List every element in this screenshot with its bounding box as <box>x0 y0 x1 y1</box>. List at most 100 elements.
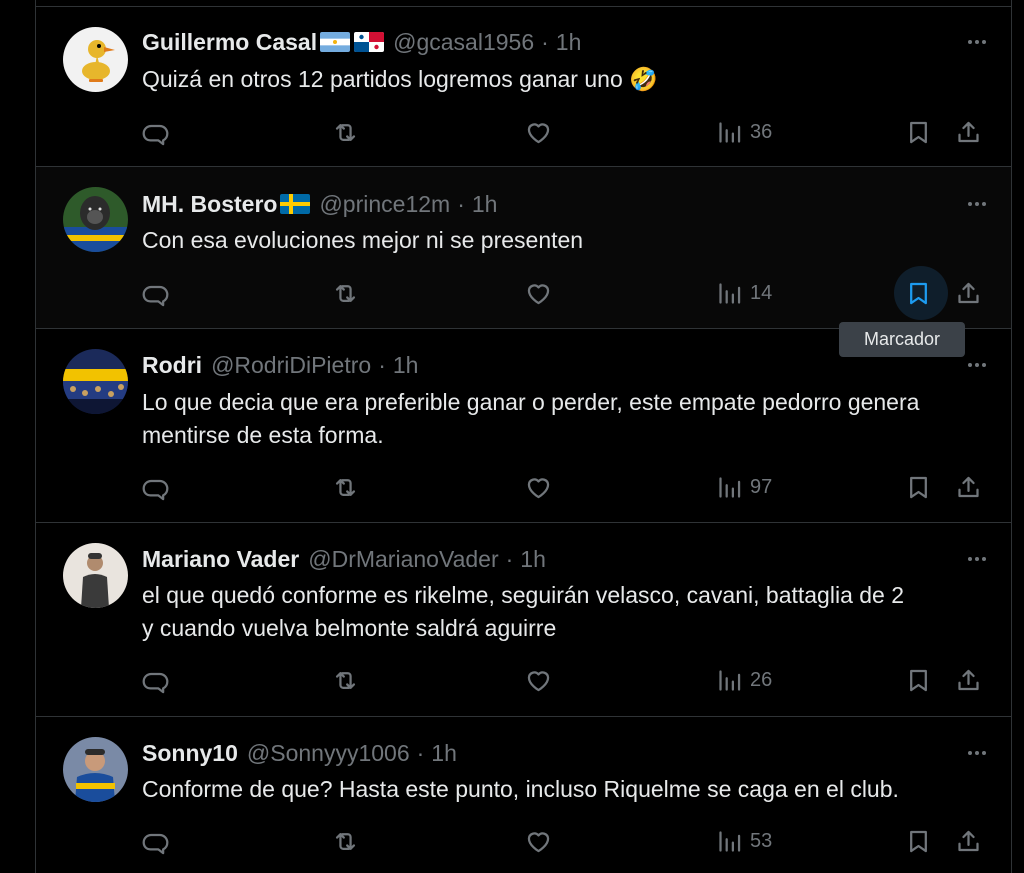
share-icon <box>958 830 979 851</box>
reply-button[interactable] <box>142 273 169 313</box>
reply-icon <box>142 285 169 306</box>
analytics-icon <box>719 476 741 498</box>
share-button[interactable] <box>955 467 982 507</box>
retweet-icon <box>335 671 356 689</box>
views-count: 36 <box>750 120 773 143</box>
tweet-text: Conforme de que? Hasta este punto, inclu… <box>142 776 899 802</box>
bookmark-button[interactable] <box>905 821 932 861</box>
share-button[interactable] <box>955 273 982 313</box>
reply-button[interactable] <box>142 660 169 700</box>
views-button[interactable]: 36 <box>716 112 772 152</box>
heart-icon <box>527 831 550 852</box>
bookmark-button[interactable] <box>905 660 932 700</box>
tweet-text: Con esa evoluciones mejor ni se presente… <box>142 227 584 253</box>
display-name[interactable]: Guillermo Casal <box>142 29 317 56</box>
views-button[interactable]: 26 <box>716 660 772 700</box>
bookmark-tooltip: Marcador <box>839 322 965 357</box>
heart-icon <box>527 670 550 691</box>
user-handle[interactable]: @prince12m <box>319 191 450 218</box>
retweet-icon <box>335 832 356 850</box>
tweet[interactable]: Rodri @RodriDiPietro · 1h Lo que decia q… <box>36 329 1011 523</box>
display-name[interactable]: Sonny10 <box>142 740 238 767</box>
tweet-text-line: el que quedó conforme es rikelme, seguir… <box>142 582 905 608</box>
reply-icon <box>142 833 169 854</box>
separator-dot: · <box>505 545 514 572</box>
bookmark-button[interactable] <box>905 112 932 152</box>
user-handle[interactable]: @Sonnyyy1006 <box>247 740 410 767</box>
more-options-icon[interactable] <box>963 28 991 56</box>
sweden-flag-icon <box>280 194 311 214</box>
more-options-icon[interactable] <box>963 739 991 767</box>
duck-avatar[interactable] <box>63 27 128 92</box>
tweet[interactable]: Guillermo Casal @gcasal1956 · 1h Quizá e… <box>36 7 1011 167</box>
man-portrait-avatar[interactable] <box>63 543 128 608</box>
panama-flag-icon <box>354 32 385 52</box>
gorilla-avatar[interactable] <box>63 187 128 252</box>
heart-icon <box>527 122 550 143</box>
tweet[interactable]: MH. Bostero @prince12m · 1h Con esa evol… <box>36 167 1011 329</box>
like-button[interactable] <box>525 660 552 700</box>
retweet-button[interactable] <box>332 273 359 313</box>
timestamp[interactable]: 1h <box>556 29 582 56</box>
timestamp[interactable]: 1h <box>472 191 498 218</box>
heart-icon <box>527 477 550 498</box>
bookmark-icon <box>910 830 927 852</box>
retweet-button[interactable] <box>332 821 359 861</box>
stadium-crowd-avatar[interactable] <box>63 349 128 414</box>
display-name[interactable]: Rodri <box>142 352 202 379</box>
retweet-icon <box>335 123 356 141</box>
bookmark-button[interactable] <box>905 467 932 507</box>
retweet-button[interactable] <box>332 467 359 507</box>
separator-dot: · <box>457 190 465 217</box>
user-handle[interactable]: @gcasal1956 <box>393 29 534 56</box>
action-bar: 14 <box>36 266 1011 320</box>
retweet-button[interactable] <box>332 112 359 152</box>
timestamp[interactable]: 1h <box>431 740 457 767</box>
views-button[interactable]: 53 <box>716 821 772 861</box>
bookmark-icon <box>910 476 927 498</box>
reply-icon <box>142 479 169 500</box>
display-name[interactable]: MH. Bostero <box>142 191 277 218</box>
tweet-header: Mariano Vader @DrMarianoVader · 1h <box>142 544 991 574</box>
action-bar: 97 <box>36 467 1011 507</box>
views-button[interactable]: 14 <box>716 273 772 313</box>
separator-dot: · <box>541 28 549 55</box>
analytics-icon <box>719 121 741 143</box>
reply-button[interactable] <box>142 821 169 861</box>
like-button[interactable] <box>525 112 552 152</box>
like-button[interactable] <box>525 273 552 313</box>
like-button[interactable] <box>525 821 552 861</box>
timestamp[interactable]: 1h <box>520 546 546 573</box>
argentina-flag-icon <box>320 32 351 52</box>
timestamp[interactable]: 1h <box>393 352 419 379</box>
tweet-text: Quizá en otros 12 partidos logremos gana… <box>142 66 658 92</box>
views-count: 26 <box>750 668 773 691</box>
bookmark-button[interactable] <box>905 273 932 313</box>
tweet[interactable]: Sonny10 @Sonnyyy1006 · 1h Conforme de qu… <box>36 717 1011 873</box>
share-button[interactable] <box>955 821 982 861</box>
more-options-icon[interactable] <box>963 190 991 218</box>
tweet[interactable]: Mariano Vader @DrMarianoVader · 1h el qu… <box>36 523 1011 717</box>
share-icon <box>958 282 979 303</box>
reply-icon <box>142 672 169 693</box>
views-count: 97 <box>750 475 773 498</box>
retweet-button[interactable] <box>332 660 359 700</box>
bookmark-icon <box>910 282 927 304</box>
more-options-icon[interactable] <box>963 351 991 379</box>
analytics-icon <box>719 669 741 691</box>
like-button[interactable] <box>525 467 552 507</box>
reply-button[interactable] <box>142 112 169 152</box>
views-count: 14 <box>750 281 773 304</box>
views-button[interactable]: 97 <box>716 467 772 507</box>
player-avatar[interactable] <box>63 737 128 802</box>
share-button[interactable] <box>955 660 982 700</box>
user-handle[interactable]: @DrMarianoVader <box>308 546 498 573</box>
heart-icon <box>527 283 550 304</box>
action-bar: 53 <box>36 821 1011 861</box>
share-button[interactable] <box>955 112 982 152</box>
separator-dot: · <box>378 351 386 378</box>
display-name[interactable]: Mariano Vader <box>142 546 299 573</box>
user-handle[interactable]: @RodriDiPietro <box>211 352 371 379</box>
more-options-icon[interactable] <box>963 545 991 573</box>
reply-button[interactable] <box>142 467 169 507</box>
